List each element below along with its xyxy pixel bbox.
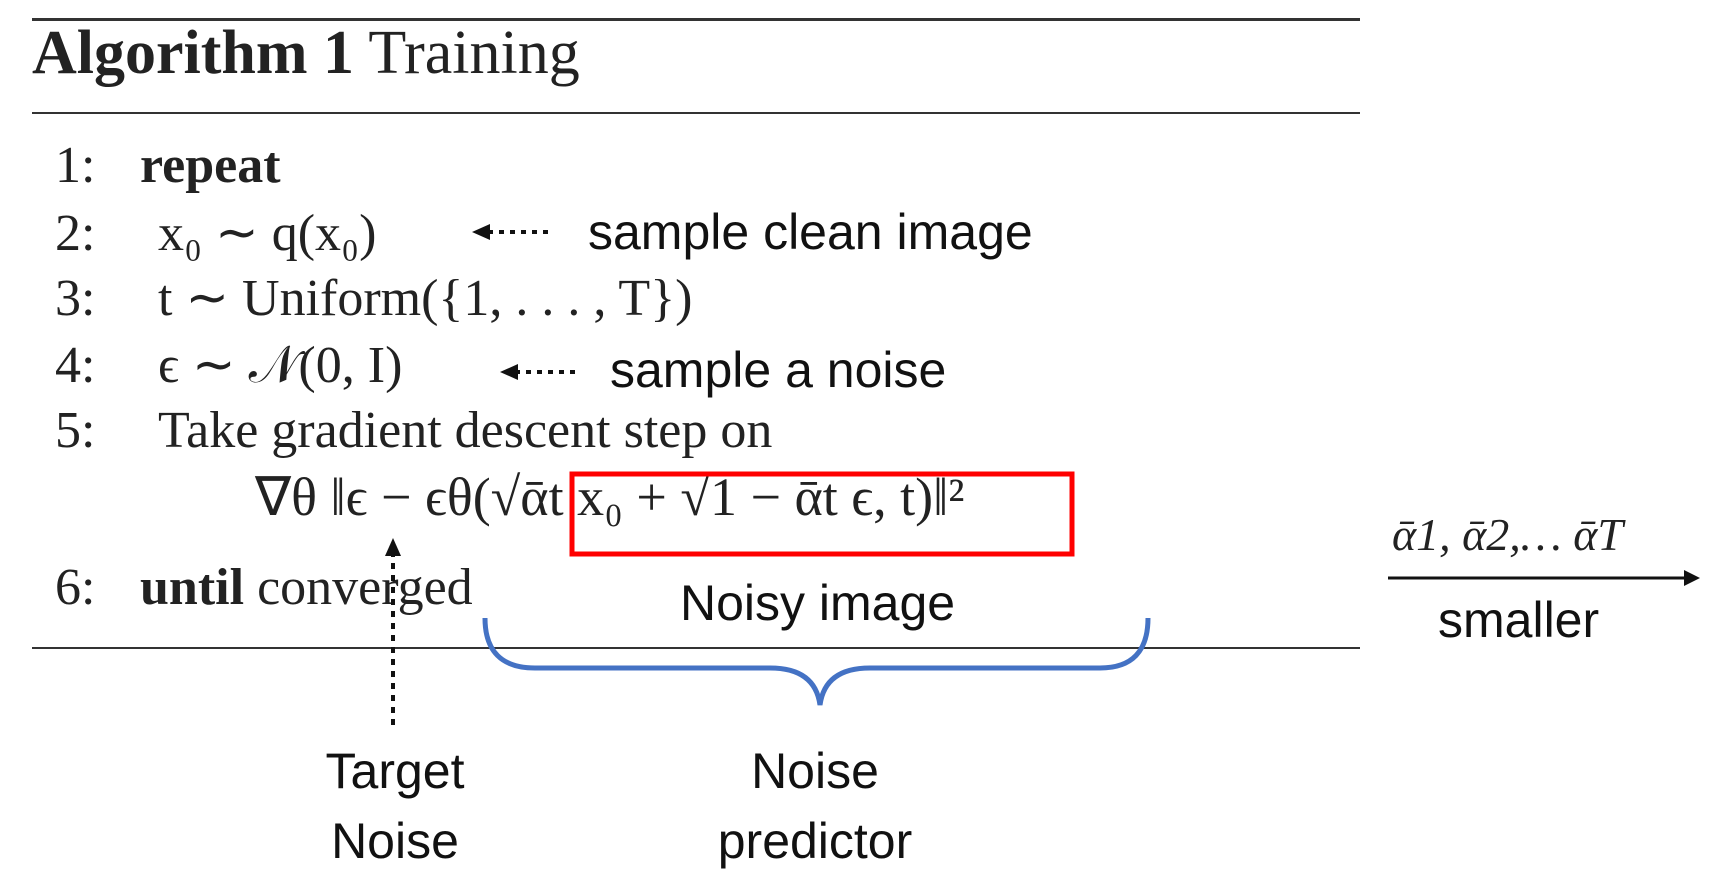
diagram-graphics: [385, 224, 1700, 725]
noisy-image-highlight-box: [569, 471, 1075, 557]
dotted-arrow-noise: [500, 364, 575, 380]
noise-predictor-brace: [482, 617, 1151, 706]
target-noise-arrow: [385, 538, 401, 725]
dotted-arrow-clean-image: [472, 224, 548, 240]
schedule-arrow: [1388, 570, 1700, 586]
